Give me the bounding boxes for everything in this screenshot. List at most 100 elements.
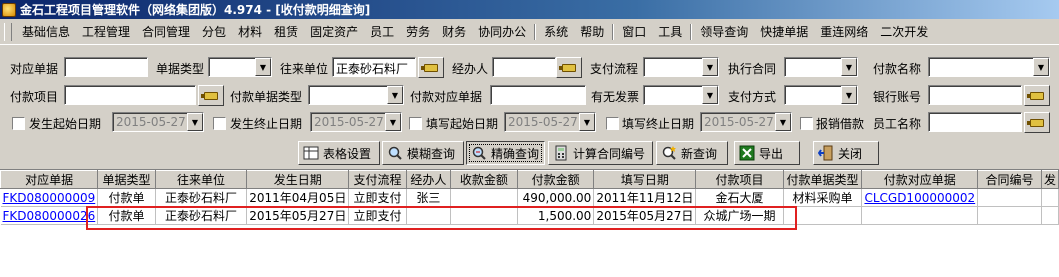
chevron-down-icon[interactable]: ▼ xyxy=(1033,58,1049,76)
fill-end-checkbox[interactable] xyxy=(606,117,619,130)
menu-item-project[interactable]: 工程管理 xyxy=(76,23,136,40)
app-logo-icon xyxy=(2,2,16,17)
end-date-checkbox[interactable] xyxy=(213,117,226,130)
menu-separator xyxy=(534,23,537,40)
table-settings-label: 表格设置 xyxy=(323,146,372,161)
col-header-date[interactable]: 发生日期 xyxy=(246,170,350,189)
chevron-down-icon[interactable]: ▼ xyxy=(841,86,857,104)
handler-input[interactable] xyxy=(492,57,556,77)
exact-query-button[interactable]: 精确查询 xyxy=(466,141,545,165)
new-query-button[interactable]: 新查询 xyxy=(656,141,728,165)
col-header-received[interactable]: 收款金额 xyxy=(449,170,518,189)
reimburse-label: 报销借款 xyxy=(816,117,865,131)
menu-item-leader-query[interactable]: 领导查询 xyxy=(694,23,754,40)
col-header-doc[interactable]: 对应单据 xyxy=(0,170,99,189)
pay-doc-link[interactable]: CLCGD100000002 xyxy=(864,191,975,205)
menu-item-secondary-dev[interactable]: 二次开发 xyxy=(874,23,934,40)
start-date-checkbox[interactable] xyxy=(12,117,25,130)
menu-item-contract[interactable]: 合同管理 xyxy=(136,23,196,40)
calc-contract-no-button[interactable]: 计算合同编号 xyxy=(548,141,653,165)
chevron-down-icon[interactable]: ▼ xyxy=(385,113,401,131)
picker-icon xyxy=(1027,91,1044,100)
menu-item-basic-info[interactable]: 基础信息 xyxy=(16,23,76,40)
staff-name-input[interactable] xyxy=(928,112,1022,132)
menu-item-office[interactable]: 协同办公 xyxy=(472,23,532,40)
export-label: 导出 xyxy=(759,146,784,161)
export-button[interactable]: 导出 xyxy=(734,141,800,165)
chevron-down-icon[interactable]: ▼ xyxy=(579,113,595,131)
bank-account-input[interactable] xyxy=(928,85,1022,105)
menu-item-lease[interactable]: 租赁 xyxy=(268,23,304,40)
menu-item-fixed-assets[interactable]: 固定资产 xyxy=(304,23,364,40)
title-bar: 金石工程项目管理软件（网络集团版）4.974 - [收付款明细查询] xyxy=(0,0,1059,19)
menu-item-system[interactable]: 系统 xyxy=(538,23,574,40)
table-cell: 490,000.00 xyxy=(517,188,595,207)
chevron-down-icon[interactable]: ▼ xyxy=(775,113,791,131)
pay-name-label: 付款名称 xyxy=(873,62,922,76)
staff-picker-button[interactable] xyxy=(1024,112,1050,133)
close-button[interactable]: 关闭 xyxy=(813,141,879,165)
fill-end-label: 填写终止日期 xyxy=(622,117,695,131)
menu-item-labor[interactable]: 劳务 xyxy=(400,23,436,40)
chevron-down-icon[interactable]: ▼ xyxy=(187,113,203,131)
pay-name-select[interactable] xyxy=(928,57,1050,77)
table-settings-button[interactable]: 表格设置 xyxy=(298,141,380,165)
menu-separator xyxy=(690,23,693,40)
pay-doc-input[interactable] xyxy=(490,85,586,105)
table-cell xyxy=(1041,206,1059,225)
table-cell: 金石大厦 xyxy=(695,188,784,207)
col-header-handler[interactable]: 经办人 xyxy=(405,170,451,189)
unit-input[interactable]: 正泰砂石料厂 xyxy=(332,57,416,77)
menu-item-finance[interactable]: 财务 xyxy=(436,23,472,40)
menu-item-window[interactable]: 窗口 xyxy=(616,23,652,40)
table-cell: 材料采购单 xyxy=(783,188,863,207)
col-header-fill-date[interactable]: 填写日期 xyxy=(593,170,697,189)
menu-item-material[interactable]: 材料 xyxy=(232,23,268,40)
col-header-contract-no[interactable]: 合同编号 xyxy=(977,170,1042,189)
exact-query-label: 精确查询 xyxy=(491,146,540,161)
menu-item-help[interactable]: 帮助 xyxy=(574,23,610,40)
menu-item-subcontract[interactable]: 分包 xyxy=(196,23,232,40)
table-cell xyxy=(977,188,1042,207)
table-cell: 正泰砂石料厂 xyxy=(155,188,248,207)
col-header-pay-doc[interactable]: 付款对应单据 xyxy=(861,170,979,189)
filter-row-1: 对应单据 单据类型 ▼ 往来单位 正泰砂石料厂 经办人 支付流程 ▼ 执行合同 … xyxy=(0,56,1059,80)
table-cell: 付款单 xyxy=(97,188,156,207)
picker-icon xyxy=(421,63,438,72)
col-header-overflow[interactable]: 发 xyxy=(1040,170,1059,189)
col-header-pay-doc-type[interactable]: 付款单据类型 xyxy=(782,170,863,189)
handler-picker-button[interactable] xyxy=(556,57,582,78)
col-header-unit[interactable]: 往来单位 xyxy=(154,170,248,189)
col-header-doc-type[interactable]: 单据类型 xyxy=(97,170,156,189)
fuzzy-query-label: 模糊查询 xyxy=(407,146,456,161)
fuzzy-query-button[interactable]: 模糊查询 xyxy=(382,141,464,165)
chevron-down-icon[interactable]: ▼ xyxy=(387,86,403,104)
doc-link[interactable]: FKD080000026 xyxy=(3,209,96,223)
doc-input[interactable] xyxy=(64,57,148,77)
menu-item-quick-doc[interactable]: 快捷单据 xyxy=(754,23,814,40)
table-settings-icon xyxy=(303,145,319,161)
chevron-down-icon[interactable]: ▼ xyxy=(255,58,271,76)
table-row[interactable]: FKD080000009 付款单 正泰砂石料厂 2011年04月05日 立即支付… xyxy=(0,188,1059,207)
unit-picker-button[interactable] xyxy=(418,57,444,78)
filter-row-3: 发生起始日期 2015-05-27 ▼ 发生终止日期 2015-05-27 ▼ … xyxy=(0,111,1059,135)
bank-picker-button[interactable] xyxy=(1024,85,1050,106)
col-header-flow[interactable]: 支付流程 xyxy=(348,170,407,189)
menu-item-staff[interactable]: 员工 xyxy=(364,23,400,40)
doc-link[interactable]: FKD080000009 xyxy=(3,191,96,205)
window-title: 金石工程项目管理软件（网络集团版）4.974 - [收付款明细查询] xyxy=(20,3,371,17)
chevron-down-icon[interactable]: ▼ xyxy=(702,58,718,76)
menu-item-reconnect[interactable]: 重连网络 xyxy=(814,23,874,40)
reimburse-checkbox[interactable] xyxy=(800,117,813,130)
item-picker-button[interactable] xyxy=(198,85,224,106)
col-header-pay-item[interactable]: 付款项目 xyxy=(695,170,784,189)
menu-item-tools[interactable]: 工具 xyxy=(652,23,688,40)
handler-label: 经办人 xyxy=(452,62,489,76)
chevron-down-icon[interactable]: ▼ xyxy=(702,86,718,104)
fill-start-checkbox[interactable] xyxy=(409,117,422,130)
item-input[interactable] xyxy=(64,85,196,105)
close-label: 关闭 xyxy=(838,146,863,161)
chevron-down-icon[interactable]: ▼ xyxy=(841,58,857,76)
col-header-paid[interactable]: 付款金额 xyxy=(516,170,595,189)
calc-contract-no-label: 计算合同编号 xyxy=(573,146,646,161)
